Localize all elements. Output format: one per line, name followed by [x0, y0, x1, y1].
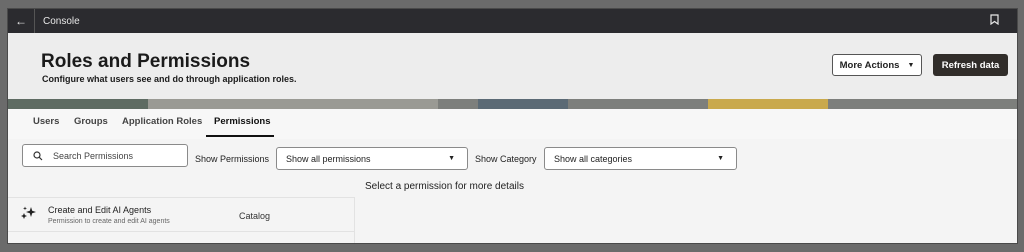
refresh-data-button[interactable]: Refresh data [933, 54, 1008, 76]
more-actions-button[interactable]: More Actions ▼ [832, 54, 922, 76]
list-divider [8, 197, 354, 198]
permission-description: Permission to create and edit AI agents [48, 218, 170, 225]
permission-category: Catalog [239, 211, 271, 221]
console-window: ← Console Roles and Permissions Configur… [7, 8, 1018, 244]
show-category-value: Show all categories [554, 153, 633, 164]
show-category-select[interactable]: Show all categories ▼ [544, 147, 737, 170]
tab-groups[interactable]: Groups [74, 116, 108, 127]
decorative-banner [8, 99, 1017, 109]
tab-users[interactable]: Users [33, 116, 59, 127]
page-title: Roles and Permissions [41, 51, 251, 72]
chevron-down-icon: ▼ [907, 61, 915, 69]
tab-application-roles[interactable]: Application Roles [122, 116, 202, 127]
page-subtitle: Configure what users see and do through … [42, 74, 297, 84]
show-permissions-label: Show Permissions [195, 154, 270, 164]
permission-name: Create and Edit AI Agents [48, 205, 152, 215]
chevron-down-icon: ▼ [448, 155, 455, 162]
more-actions-label: More Actions [839, 59, 900, 71]
show-permissions-value: Show all permissions [286, 153, 371, 164]
bookmark-icon[interactable] [990, 14, 999, 28]
details-hint: Select a permission for more details [365, 181, 524, 192]
search-placeholder: Search Permissions [53, 150, 134, 161]
back-arrow-icon[interactable]: ← [8, 9, 35, 33]
tab-permissions[interactable]: Permissions [214, 116, 271, 127]
search-icon [33, 150, 43, 161]
top-bar: ← Console [8, 9, 1017, 33]
search-permissions-input[interactable]: Search Permissions [22, 144, 188, 167]
column-divider [354, 197, 355, 243]
list-divider [8, 231, 354, 232]
show-permissions-select[interactable]: Show all permissions ▼ [276, 147, 468, 170]
app-title: Console [43, 15, 80, 27]
active-tab-indicator [206, 135, 274, 137]
show-category-label: Show Category [475, 154, 537, 164]
ai-sparkle-icon [20, 206, 37, 225]
chevron-down-icon: ▼ [717, 155, 724, 162]
